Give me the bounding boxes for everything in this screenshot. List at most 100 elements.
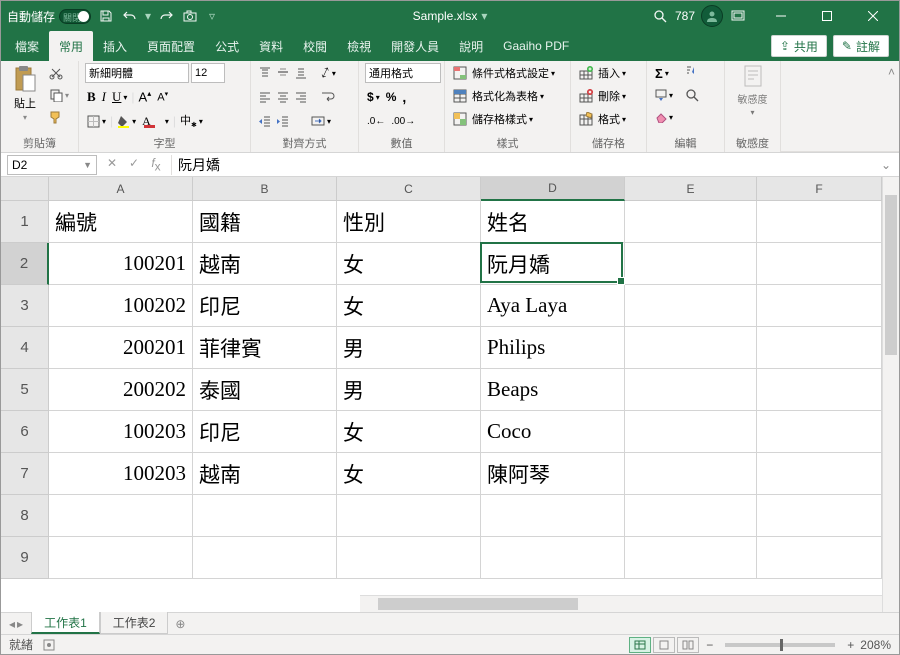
align-center-button[interactable]	[275, 87, 291, 107]
cell[interactable]	[625, 369, 757, 411]
column-header[interactable]: A	[49, 177, 193, 201]
select-all-corner[interactable]	[1, 177, 49, 201]
row-header[interactable]: 2	[1, 243, 49, 285]
comma-button[interactable]: ,	[400, 87, 408, 107]
worksheet-grid[interactable]: ABCDEF 1編號國籍性別姓名2100201越南女阮月嬌3100202印尼女A…	[1, 177, 899, 612]
sheet-tab[interactable]: 工作表1	[31, 612, 100, 634]
expand-formula-icon[interactable]: ⌄	[873, 158, 899, 172]
horizontal-scrollbar[interactable]	[360, 595, 882, 612]
column-header[interactable]: E	[625, 177, 757, 201]
comments-button[interactable]: ✎註解	[833, 35, 889, 57]
grow-font-button[interactable]: A▴	[137, 87, 154, 107]
row-header[interactable]: 8	[1, 495, 49, 537]
format-as-table-button[interactable]: 格式化為表格▾	[451, 86, 546, 106]
cell[interactable]	[193, 537, 337, 579]
decrease-decimal-button[interactable]: .00→	[389, 111, 417, 131]
cell[interactable]: 菲律賓	[193, 327, 337, 369]
name-box[interactable]: D2▼	[7, 155, 97, 175]
camera-icon[interactable]	[181, 7, 199, 25]
cell[interactable]: 阮月嬌	[481, 243, 625, 285]
new-sheet-button[interactable]: ⊕	[168, 617, 192, 631]
ribbon-tab-2[interactable]: 插入	[93, 31, 137, 61]
row-header[interactable]: 4	[1, 327, 49, 369]
undo-icon[interactable]	[121, 7, 139, 25]
page-layout-view-button[interactable]	[653, 637, 675, 653]
tab-nav-last-icon[interactable]: ▸	[17, 617, 23, 631]
redo-icon[interactable]	[157, 7, 175, 25]
bold-button[interactable]: B	[85, 87, 98, 107]
cell[interactable]	[625, 243, 757, 285]
cell[interactable]: 100203	[49, 411, 193, 453]
ribbon-tab-3[interactable]: 頁面配置	[137, 31, 205, 61]
font-size-select[interactable]	[191, 63, 225, 83]
cell[interactable]	[49, 495, 193, 537]
wrap-text-button[interactable]	[319, 87, 337, 107]
copy-button[interactable]: ▾	[47, 85, 71, 105]
cell[interactable]	[757, 537, 882, 579]
cell[interactable]: 國籍	[193, 201, 337, 243]
column-header[interactable]: D	[481, 177, 625, 201]
align-right-button[interactable]	[293, 87, 309, 107]
toggle-switch-off[interactable]: 關閉	[59, 9, 91, 24]
maximize-button[interactable]	[807, 1, 847, 31]
phonetic-button[interactable]: 中✱▾	[178, 111, 205, 131]
zoom-slider[interactable]	[725, 643, 835, 647]
cell[interactable]: 200202	[49, 369, 193, 411]
sensitivity-button[interactable]: 敏感度▾	[738, 63, 768, 117]
zoom-out-button[interactable]: −	[706, 638, 713, 652]
column-header[interactable]: F	[757, 177, 882, 201]
cell[interactable]	[481, 495, 625, 537]
cell[interactable]: 100203	[49, 453, 193, 495]
cell[interactable]	[757, 453, 882, 495]
macro-record-icon[interactable]	[43, 639, 55, 651]
cell[interactable]	[625, 537, 757, 579]
collapse-ribbon-icon[interactable]: ˄	[888, 65, 895, 79]
cell[interactable]	[757, 201, 882, 243]
cell[interactable]: 200201	[49, 327, 193, 369]
zoom-level[interactable]: 208%	[860, 638, 891, 652]
clear-button[interactable]: ▾	[653, 107, 675, 127]
cell[interactable]: 男	[337, 369, 481, 411]
sort-filter-button[interactable]	[683, 63, 703, 83]
increase-decimal-button[interactable]: .0←	[365, 111, 387, 131]
cell[interactable]	[757, 369, 882, 411]
cell[interactable]	[625, 201, 757, 243]
ribbon-display-icon[interactable]	[729, 7, 747, 25]
cell[interactable]: 女	[337, 243, 481, 285]
align-bottom-button[interactable]	[293, 63, 309, 83]
cell[interactable]: 編號	[49, 201, 193, 243]
formula-input[interactable]	[171, 155, 873, 175]
cell[interactable]	[481, 537, 625, 579]
ribbon-tab-6[interactable]: 校閱	[293, 31, 337, 61]
close-button[interactable]	[853, 1, 893, 31]
delete-cells-button[interactable]: 刪除▾	[577, 86, 628, 106]
avatar-icon[interactable]	[701, 5, 723, 27]
page-break-view-button[interactable]	[677, 637, 699, 653]
cell[interactable]: 印尼	[193, 285, 337, 327]
conditional-format-button[interactable]: 條件式格式設定▾	[451, 63, 557, 83]
cell[interactable]	[757, 285, 882, 327]
ribbon-tab-5[interactable]: 資料	[249, 31, 293, 61]
autosave-toggle[interactable]: 自動儲存 關閉	[7, 8, 91, 25]
share-button[interactable]: ⇪共用	[771, 35, 827, 57]
zoom-in-button[interactable]: +	[847, 638, 854, 652]
shrink-font-button[interactable]: A▾	[155, 87, 170, 107]
ribbon-tab-9[interactable]: 說明	[449, 31, 493, 61]
underline-button[interactable]: U▾	[110, 87, 129, 107]
cell[interactable]	[625, 411, 757, 453]
orientation-button[interactable]: ⤢▾	[319, 63, 338, 83]
cell[interactable]: 越南	[193, 243, 337, 285]
font-name-select[interactable]	[85, 63, 189, 83]
merge-button[interactable]: ▾	[309, 111, 333, 131]
cell[interactable]: 100201	[49, 243, 193, 285]
increase-indent-button[interactable]	[275, 111, 291, 131]
fx-icon[interactable]: fx	[147, 156, 165, 173]
align-middle-button[interactable]	[275, 63, 291, 83]
cancel-formula-icon[interactable]: ✕	[103, 156, 121, 173]
normal-view-button[interactable]	[629, 637, 651, 653]
row-header[interactable]: 5	[1, 369, 49, 411]
ribbon-tab-7[interactable]: 檢視	[337, 31, 381, 61]
number-format-select[interactable]	[365, 63, 441, 83]
sheet-tab[interactable]: 工作表2	[100, 612, 169, 634]
ribbon-tab-4[interactable]: 公式	[205, 31, 249, 61]
